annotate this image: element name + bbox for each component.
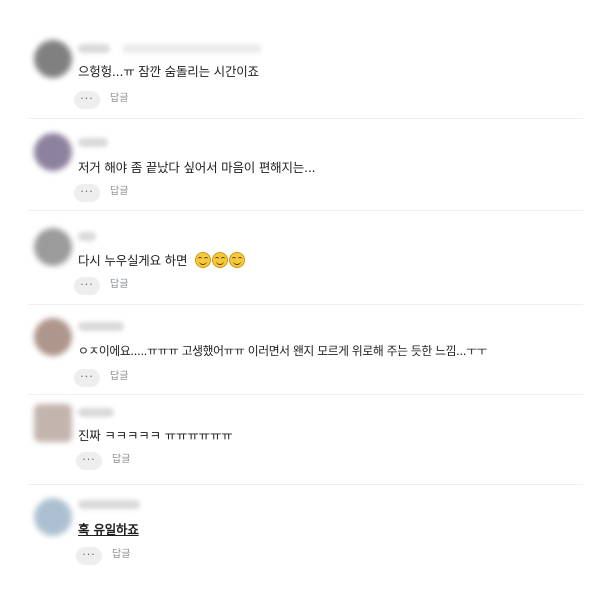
avatar[interactable] [34, 404, 72, 442]
author-name[interactable] [78, 500, 140, 509]
reply-button[interactable]: 답글 [110, 370, 128, 384]
reply-button[interactable]: 답글 [112, 453, 130, 467]
comment-text-row: 다시 누우실게요 하면 [78, 252, 246, 269]
comment-text: 저거 해야 좀 끝났다 싶어서 마음이 편해지는... [78, 160, 316, 175]
divider [28, 118, 583, 119]
comment-text: 진짜 ㅋㅋㅋㅋㅋ ㅠㅠㅠㅠㅠㅠ [78, 428, 233, 443]
more-options-button[interactable]: ··· [74, 91, 100, 109]
comment-text: 혹 유일하죠 [78, 522, 139, 537]
more-options-button[interactable]: ··· [76, 547, 102, 565]
more-options-button[interactable]: ··· [76, 452, 102, 470]
avatar[interactable] [34, 40, 72, 78]
divider [28, 394, 583, 395]
avatar[interactable] [34, 228, 72, 266]
author-name[interactable] [78, 44, 110, 53]
author-name[interactable] [78, 232, 96, 241]
comment-feed: 으헝헝...ㅠ 잠깐 숨돌리는 시간이죠 ··· 답글 저거 해야 좀 끝났다 … [0, 0, 600, 600]
reply-button[interactable]: 답글 [110, 278, 128, 292]
author-name[interactable] [78, 322, 124, 331]
avatar[interactable] [34, 133, 72, 171]
reply-button[interactable]: 답글 [110, 185, 128, 199]
reply-button[interactable]: 답글 [112, 548, 130, 562]
comment-text: 으헝헝...ㅠ 잠깐 숨돌리는 시간이죠 [78, 64, 259, 79]
smiling-face-emoji-icon [229, 252, 246, 268]
author-name[interactable] [78, 138, 108, 147]
more-options-button[interactable]: ··· [74, 277, 100, 295]
comment-text: ㅇㅈ이에요.....ㅠㅠㅠ 고생했어ㅠㅠ 이러면서 왠지 모르게 위로해 주는 … [78, 344, 488, 358]
smiling-face-emoji-icon [195, 252, 212, 268]
more-options-button[interactable]: ··· [74, 369, 100, 387]
author-name-extra [122, 44, 262, 53]
divider [28, 210, 583, 211]
smiling-face-emoji-icon [212, 252, 229, 268]
reply-button[interactable]: 답글 [110, 92, 128, 106]
more-options-button[interactable]: ··· [74, 184, 100, 202]
divider [28, 484, 583, 485]
avatar[interactable] [34, 498, 72, 536]
avatar[interactable] [34, 318, 72, 356]
comment-text: 다시 누우실게요 하면 [78, 253, 188, 268]
divider [28, 304, 583, 305]
author-name[interactable] [78, 408, 114, 417]
